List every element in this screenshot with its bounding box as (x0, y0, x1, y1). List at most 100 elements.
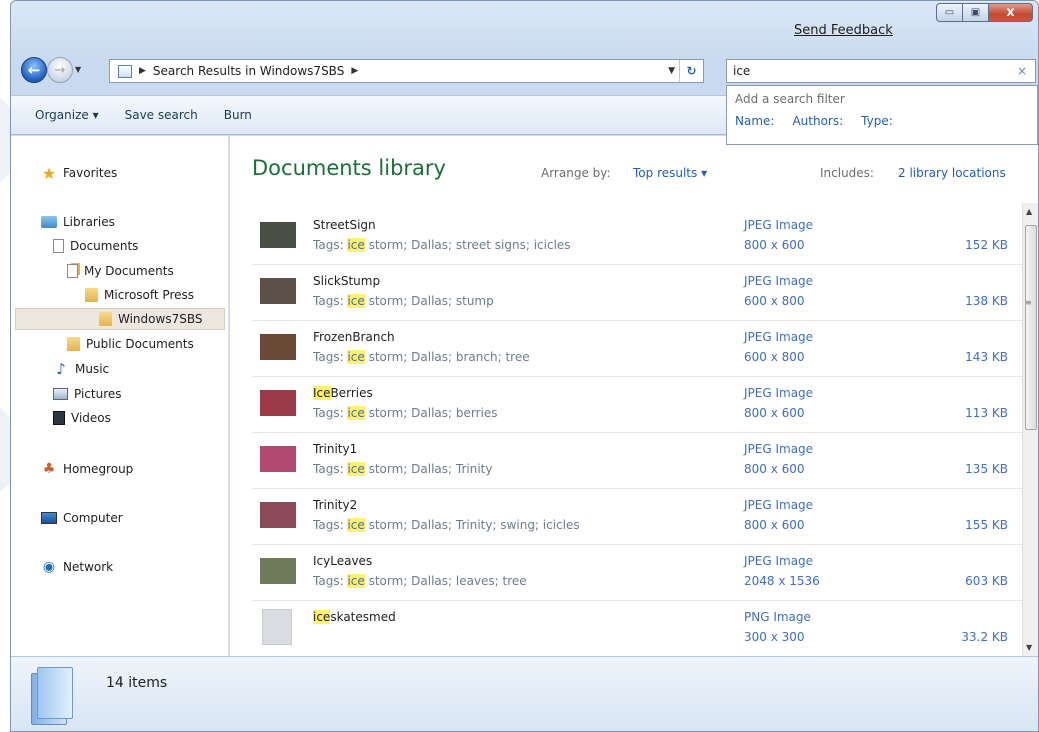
file-row[interactable]: StreetSign Tags: ice storm; Dallas; stree… (252, 209, 1022, 265)
scrollbar-thumb[interactable] (1025, 225, 1037, 430)
file-row[interactable]: iceskatesmed PNG Image 300 x 300 33.2 KB (252, 601, 1022, 657)
recent-pages-dropdown[interactable]: ▼ (75, 65, 81, 74)
folder-icon (67, 337, 80, 351)
scroll-up-icon[interactable]: ▲ (1026, 207, 1032, 216)
tags-prefix: Tags: (313, 350, 348, 364)
breadcrumb-location[interactable]: Search Results in Windows7SBS (153, 64, 344, 78)
nav-documents[interactable]: Documents (53, 236, 138, 256)
name-rest: Trinity2 (313, 498, 358, 512)
nav-videos[interactable]: Videos (53, 408, 111, 428)
tags-rest: storm; Dallas; Trinity (364, 462, 493, 476)
name-rest: StreetSign (313, 218, 376, 232)
file-tags: Tags: ice storm; Dallas; berries (313, 406, 498, 420)
file-row[interactable]: IcyLeaves Tags: ice storm; Dallas; leaves… (252, 545, 1022, 601)
nav-pictures[interactable]: Pictures (53, 384, 122, 404)
name-rest: FrozenBranch (313, 330, 395, 344)
library-locations-link[interactable]: 2 library locations (898, 166, 1006, 180)
breadcrumb-chevron-icon[interactable]: ▶ (139, 66, 146, 76)
minimize-button[interactable]: ▭ (936, 3, 963, 22)
nav-label: Computer (63, 511, 123, 525)
file-tags: Tags: ice storm; Dallas; Trinity; swing;… (313, 518, 580, 532)
tags-prefix: Tags: (313, 238, 348, 252)
burn-button[interactable]: Burn (216, 108, 260, 122)
nav-windows7sbs[interactable]: Windows7SBS (99, 309, 202, 329)
file-size: 152 KB (965, 238, 1008, 252)
tags-prefix: Tags: (313, 518, 348, 532)
tags-prefix: Tags: (313, 462, 348, 476)
file-type: PNG Image (744, 610, 811, 624)
filter-authors[interactable]: Authors: (792, 114, 843, 128)
explorer-window: Send Feedback ▭ ▣ x ← → ▼ ▶ Search Resul… (10, 0, 1039, 732)
file-tags: Tags: ice storm; Dallas; Trinity (313, 462, 492, 476)
filter-type[interactable]: Type: (861, 114, 893, 128)
scroll-down-icon[interactable]: ▼ (1026, 643, 1032, 652)
nav-label: Pictures (74, 387, 122, 401)
nav-label: Windows7SBS (118, 312, 203, 326)
refresh-button[interactable]: ↻ (679, 60, 703, 82)
clear-search-icon[interactable]: × (1017, 64, 1027, 78)
library-stack-icon (31, 667, 73, 727)
address-bar[interactable]: ▶ Search Results in Windows7SBS ▶ ▼ ↻ (109, 59, 704, 83)
forward-button[interactable]: → (47, 57, 73, 83)
star-icon: ★ (41, 163, 57, 183)
nav-network[interactable]: ◉ Network (41, 557, 113, 577)
includes-label: Includes: (820, 166, 874, 180)
file-row[interactable]: SlickStump Tags: ice storm; Dallas; stump… (252, 265, 1022, 321)
back-button[interactable]: ← (21, 57, 47, 83)
network-icon: ◉ (42, 559, 56, 575)
nav-libraries[interactable]: Libraries (41, 212, 115, 232)
file-name: StreetSign (313, 218, 376, 232)
file-dimensions: 300 x 300 (744, 630, 805, 644)
file-size: 143 KB (965, 350, 1008, 364)
tag-highlight: ice (347, 518, 365, 532)
close-button[interactable]: x (989, 3, 1033, 22)
nav-music[interactable]: ♪ Music (53, 359, 109, 379)
filter-name[interactable]: Name: (735, 114, 774, 128)
search-input[interactable] (733, 64, 1003, 78)
music-note-icon: ♪ (56, 360, 66, 378)
nav-homegroup[interactable]: ♣ Homegroup (41, 459, 134, 479)
thumbnail-image (260, 558, 296, 584)
breadcrumb-chevron-icon[interactable]: ▶ (351, 66, 358, 76)
file-dimensions: 800 x 600 (744, 238, 805, 252)
organize-button[interactable]: Organize ▾ (27, 108, 107, 122)
address-dropdown-icon[interactable]: ▼ (668, 66, 675, 76)
title-bar: Send Feedback ▭ ▣ x (11, 1, 1038, 51)
thumbnail-image (260, 278, 296, 304)
search-filter-title: Add a search filter (735, 92, 845, 106)
nav-microsoft-press[interactable]: Microsoft Press (85, 285, 194, 305)
tags-prefix: Tags: (313, 574, 348, 588)
nav-favorites[interactable]: ★ Favorites (41, 163, 117, 183)
arrange-by-dropdown[interactable]: Top results ▾ (633, 166, 707, 180)
thumbnail-image (260, 502, 296, 528)
file-row[interactable]: Trinity1 Tags: ice storm; Dallas; Trinity… (252, 433, 1022, 489)
send-feedback-link[interactable]: Send Feedback (794, 23, 893, 38)
search-box[interactable]: × (726, 59, 1036, 83)
file-row[interactable]: IceBerries Tags: ice storm; Dallas; berri… (252, 377, 1022, 433)
vertical-scrollbar[interactable]: ▲ ≡ ▼ (1022, 203, 1038, 656)
file-tags: Tags: ice storm; Dallas; stump (313, 294, 494, 308)
file-name: Trinity1 (313, 442, 357, 456)
thumbnail-image (260, 222, 296, 248)
file-size: 138 KB (965, 294, 1008, 308)
computer-icon (41, 512, 57, 524)
file-size: 113 KB (965, 406, 1008, 420)
name-rest: skatesmed (330, 610, 396, 624)
save-search-button[interactable]: Save search (117, 108, 206, 122)
file-row[interactable]: FrozenBranch Tags: ice storm; Dallas; bra… (252, 321, 1022, 377)
tags-rest: storm; Dallas; stump (364, 294, 494, 308)
nav-label: Libraries (63, 215, 115, 229)
file-row[interactable]: Trinity2 Tags: ice storm; Dallas; Trinity… (252, 489, 1022, 545)
file-type: JPEG Image (744, 442, 814, 456)
tags-rest: storm; Dallas; branch; tree (364, 350, 530, 364)
maximize-button[interactable]: ▣ (963, 3, 989, 22)
file-dimensions: 800 x 600 (744, 462, 805, 476)
nav-computer[interactable]: Computer (41, 508, 123, 528)
nav-my-documents[interactable]: My Documents (67, 261, 174, 281)
library-title: Documents library (252, 156, 446, 180)
forward-arrow-icon: → (54, 62, 66, 78)
homegroup-icon: ♣ (42, 461, 56, 477)
details-pane: 14 items (11, 656, 1038, 731)
nav-public-documents[interactable]: Public Documents (67, 334, 194, 354)
navigation-pane: ★ Favorites Libraries Documents My Docume… (11, 136, 229, 656)
